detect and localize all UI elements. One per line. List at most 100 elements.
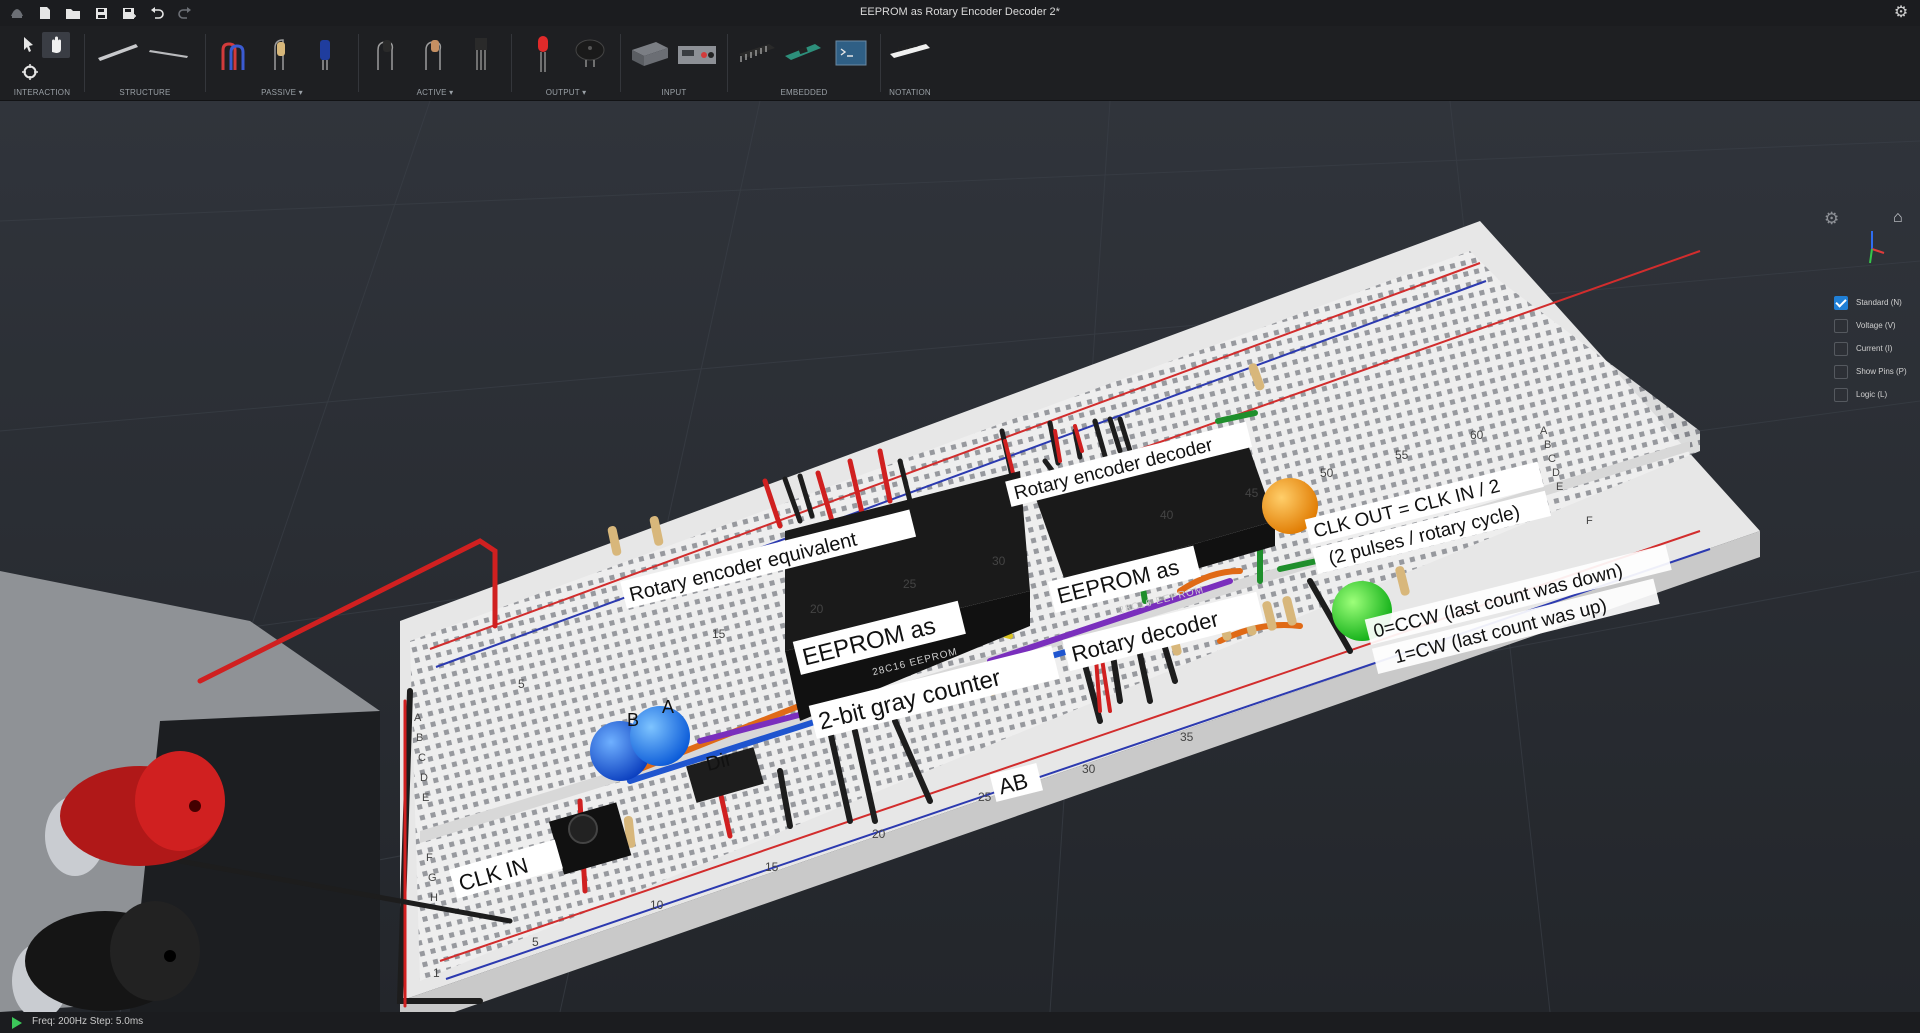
breadboard-tool-icon[interactable]: [96, 40, 140, 67]
hand-tool-icon[interactable]: [42, 32, 70, 58]
toolbar-separator: [205, 34, 206, 92]
row-letter: F: [426, 852, 433, 864]
option-show-pins[interactable]: Show Pins (P): [1834, 360, 1907, 383]
toolbar-separator: [84, 34, 85, 92]
label-led-a: A: [662, 697, 674, 717]
toolbar-group-structure: STRUCTURE: [86, 26, 204, 100]
col-number: 35: [1180, 730, 1194, 744]
toolbar-separator: [727, 34, 728, 92]
col-number: 1: [433, 966, 440, 980]
viewport-settings-gear-icon[interactable]: ⚙: [1824, 209, 1839, 229]
toolbar-group-passive: PASSIVE ▾: [207, 26, 357, 100]
toolbar-group-input: INPUT: [622, 26, 726, 100]
checkbox-standard[interactable]: [1834, 295, 1848, 310]
component-toolbar: INTERACTION STRUCTURE PASSIVE ▾ ACTIVE ▾…: [0, 26, 1920, 101]
group-label-embedded: EMBEDDED: [780, 88, 828, 97]
view-options-panel: Standard (N) Voltage (V) Current (I) Sho…: [1834, 291, 1907, 406]
buzzer-tool-icon[interactable]: [573, 38, 607, 73]
row-letter: E: [1556, 481, 1563, 493]
col-number: 5: [518, 677, 525, 691]
power-supply-tool-icon[interactable]: [676, 42, 718, 73]
status-text: Freq: 200Hz Step: 5.0ms: [32, 1016, 144, 1027]
toolbar-separator: [511, 34, 512, 92]
checkbox-voltage[interactable]: [1834, 318, 1848, 333]
play-icon[interactable]: [12, 1017, 22, 1029]
toolbar-separator: [620, 34, 621, 92]
row-letter: H: [430, 892, 438, 904]
zener-tool-icon[interactable]: [422, 36, 444, 77]
group-label-structure: STRUCTURE: [119, 88, 171, 97]
option-standard[interactable]: Standard (N): [1834, 291, 1907, 314]
home-view-icon[interactable]: ⌂: [1893, 209, 1903, 227]
toolbar-separator: [880, 34, 881, 92]
transistor-tool-icon[interactable]: [472, 34, 490, 77]
window-title: EEPROM as Rotary Encoder Decoder 2*: [860, 6, 1060, 18]
3d-viewport[interactable]: Rotary encoder equivalent Rotary encoder…: [0, 101, 1920, 1012]
col-number: 50: [1320, 466, 1334, 480]
col-number: 55: [1395, 448, 1409, 462]
battery-tool-icon[interactable]: [630, 40, 670, 75]
checkbox-current[interactable]: [1834, 341, 1848, 356]
option-voltage[interactable]: Voltage (V): [1834, 314, 1907, 337]
col-number: 25: [903, 577, 917, 591]
col-number: 25: [978, 790, 992, 804]
option-show-pins-label: Show Pins (P): [1856, 367, 1907, 376]
row-letter: C: [1548, 453, 1556, 465]
col-number: 30: [992, 554, 1006, 568]
col-number: 10: [650, 898, 664, 912]
row-letter: D: [1552, 467, 1560, 479]
col-number: 45: [1245, 486, 1259, 500]
select-cursor-icon[interactable]: [22, 36, 36, 57]
push-button-cap[interactable]: [568, 814, 598, 844]
toolbar-group-notation: LABEL NOTATION: [882, 26, 938, 100]
col-number: 15: [765, 860, 779, 874]
col-number: 5: [532, 935, 539, 949]
option-current[interactable]: Current (I): [1834, 337, 1907, 360]
checkbox-show-pins[interactable]: [1834, 364, 1848, 379]
col-number: 40: [1160, 508, 1174, 522]
group-label-active[interactable]: ACTIVE ▾: [360, 88, 510, 97]
status-bar: Freq: 200Hz Step: 5.0ms: [0, 1012, 1920, 1033]
ic-chip-tool-icon[interactable]: [737, 40, 777, 73]
col-number: 15: [712, 627, 726, 641]
wire-tool-icon[interactable]: [219, 38, 249, 77]
col-number: 30: [1082, 762, 1096, 776]
row-letter: A: [1540, 425, 1548, 437]
row-letter: A: [414, 712, 422, 724]
group-label-passive[interactable]: PASSIVE ▾: [207, 88, 357, 97]
group-label-input: INPUT: [661, 88, 687, 97]
option-voltage-label: Voltage (V): [1856, 321, 1896, 330]
row-letter: B: [416, 732, 423, 744]
row-letter: C: [418, 752, 426, 764]
small-breadboard-tool-icon[interactable]: [148, 44, 190, 65]
col-number: 20: [810, 602, 824, 616]
row-letter: G: [428, 872, 437, 884]
toolbar-group-embedded: EMBEDDED: [729, 26, 879, 100]
diode-tool-icon[interactable]: [374, 36, 396, 77]
group-label-interaction: INTERACTION: [13, 88, 71, 97]
option-logic[interactable]: Logic (L): [1834, 383, 1907, 406]
group-label-notation: NOTATION: [889, 88, 931, 97]
option-standard-label: Standard (N): [1856, 298, 1902, 307]
title-bar: EEPROM as Rotary Encoder Decoder 2* ⚙: [0, 0, 1920, 26]
toolbar-group-active: ACTIVE ▾: [360, 26, 510, 100]
row-letter: F: [1586, 515, 1593, 527]
row-letter: E: [422, 792, 429, 804]
capacitor-tool-icon[interactable]: [317, 36, 333, 77]
microcontroller-tool-icon[interactable]: [783, 40, 823, 71]
col-number: 60: [1470, 428, 1484, 442]
terminal-tool-icon[interactable]: [835, 40, 867, 71]
label-led-b: B: [627, 710, 639, 730]
row-letter: D: [420, 772, 428, 784]
scene-canvas[interactable]: Rotary encoder equivalent Rotary encoder…: [0, 101, 1920, 1012]
group-label-output[interactable]: OUTPUT ▾: [513, 88, 619, 97]
settings-gear-icon[interactable]: ⚙: [1892, 4, 1910, 22]
label-tool-icon[interactable]: LABEL: [888, 42, 932, 58]
checkbox-logic[interactable]: [1834, 387, 1848, 402]
toolbar-separator: [358, 34, 359, 92]
led-tool-icon[interactable]: [535, 34, 551, 79]
option-current-label: Current (I): [1856, 344, 1893, 353]
orbit-target-icon[interactable]: [22, 64, 38, 85]
resistor-tool-icon[interactable]: [269, 36, 291, 77]
axis-gizmo-icon[interactable]: [1858, 229, 1886, 267]
